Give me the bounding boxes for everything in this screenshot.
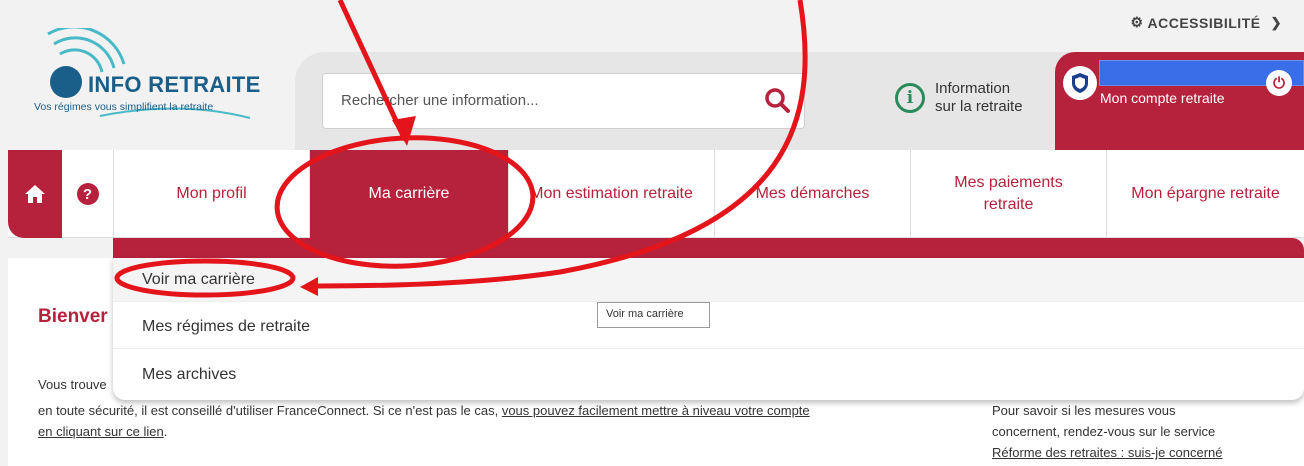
welcome-heading: Bienver (38, 306, 108, 327)
accessibility-label: ACCESSIBILITÉ (1147, 14, 1261, 31)
info-icon: i (895, 83, 925, 113)
side-line-1: Pour savoir si les mesures vous (992, 403, 1176, 418)
submenu-bar (113, 238, 1304, 258)
upgrade-account-link[interactable]: vous pouvez facilement mettre à niveau v… (502, 403, 810, 418)
account-label: Mon compte retraite (1100, 90, 1225, 106)
info-line1: Information (935, 80, 1011, 97)
logo[interactable]: INFO RETRAITE Vos régimes vous simplifie… (30, 28, 270, 128)
main-nav: ? Mon profil Ma carrière Mon estimation … (8, 150, 1304, 238)
dropdown-item-mes-archives[interactable]: Mes archives (113, 353, 1304, 397)
logo-tagline: Vos régimes vous simplifient la retraite (34, 101, 214, 113)
logo-title: INFO RETRAITE (88, 72, 261, 97)
shield-icon (1063, 66, 1097, 100)
side-line-2: concernent, rendez-vous sur le service (992, 424, 1216, 439)
account-panel[interactable]: Mon compte retraite ⏻ (1055, 52, 1304, 152)
content-text-1: Vous trouve (38, 377, 107, 392)
nav-item-mon-profil[interactable]: Mon profil (113, 150, 309, 238)
click-here-link[interactable]: en cliquant sur ce lien (38, 424, 164, 439)
info-line2: sur la retraite (935, 98, 1023, 115)
nav-item-mes-paiements[interactable]: Mes paiements retraite (910, 150, 1106, 238)
reform-link[interactable]: Réforme des retraites : suis-je concerné (992, 442, 1292, 463)
info-retraite-link[interactable]: i Information sur la retraite (895, 80, 1023, 116)
search-input[interactable]: Rechercher une information... (341, 92, 539, 109)
nav-item-ma-carriere[interactable]: Ma carrière (309, 150, 508, 238)
chevron-down-icon: ❯ (1270, 14, 1282, 30)
nav-item-mon-epargne[interactable]: Mon épargne retraite (1106, 150, 1304, 238)
content-text-3-post: . (163, 424, 168, 439)
accessibility-menu[interactable]: ⚙ ACCESSIBILITÉ ❯ (1130, 14, 1282, 31)
help-icon[interactable]: ? (62, 150, 113, 238)
nav-item-mon-estimation[interactable]: Mon estimation retraite (508, 150, 714, 238)
search-box[interactable]: Rechercher une information... (322, 73, 805, 129)
dropdown-item-voir-ma-carriere[interactable]: Voir ma carrière (113, 258, 1304, 302)
content-text-2-pre: en toute sécurité, il est conseillé d'ut… (38, 403, 499, 418)
search-icon[interactable] (764, 86, 790, 121)
tooltip: Voir ma carrière (597, 302, 710, 328)
accessibility-icon: ⚙ (1130, 14, 1144, 30)
home-icon[interactable] (8, 150, 62, 238)
career-dropdown: Voir ma carrière Mes régimes de retraite… (113, 258, 1304, 400)
nav-item-mes-demarches[interactable]: Mes démarches (714, 150, 910, 238)
content-text-2: en toute sécurité, il est conseillé d'ut… (38, 400, 978, 442)
side-info: Pour savoir si les mesures vous concerne… (992, 400, 1292, 463)
logout-icon[interactable]: ⏻ (1266, 70, 1292, 96)
